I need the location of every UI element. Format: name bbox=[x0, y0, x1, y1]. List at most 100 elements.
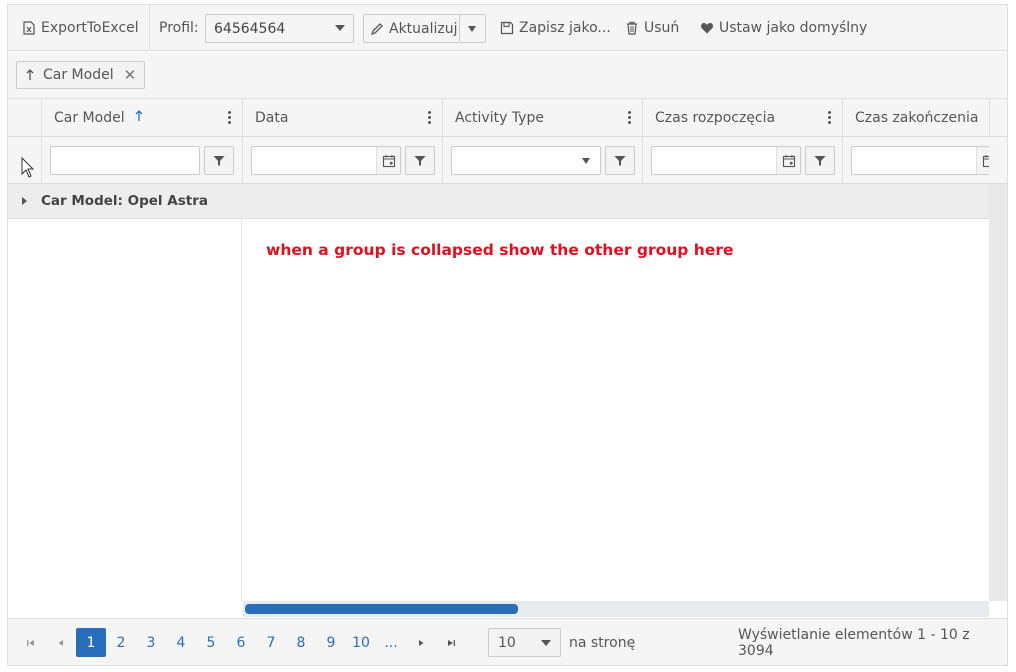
last-page-icon bbox=[448, 640, 455, 646]
calendar-button[interactable] bbox=[976, 147, 989, 174]
page-number-button[interactable]: 8 bbox=[286, 628, 316, 657]
save-as-button[interactable]: Zapisz jako... bbox=[500, 5, 611, 51]
per-page-label: na stronę bbox=[569, 634, 636, 651]
delete-button[interactable]: Usuń bbox=[625, 5, 679, 51]
chevron-down-icon bbox=[582, 158, 590, 164]
filter-cell-car-model bbox=[41, 137, 242, 184]
arrow-up-icon bbox=[26, 69, 34, 80]
page-number-button[interactable]: 6 bbox=[226, 628, 256, 657]
page-number-button[interactable]: 9 bbox=[316, 628, 346, 657]
calendar-icon bbox=[982, 154, 989, 167]
column-menu-icon[interactable] bbox=[228, 111, 231, 125]
filter-icon bbox=[614, 155, 626, 166]
page-size-select[interactable]: 10 bbox=[488, 628, 561, 657]
update-button[interactable]: Aktualizuj bbox=[364, 15, 460, 42]
profile-label-text: Profil: bbox=[159, 20, 199, 36]
save-as-label: Zapisz jako... bbox=[519, 20, 611, 36]
floppy-disk-icon bbox=[500, 21, 514, 35]
group-row-label: Car Model: Opel Astra bbox=[41, 193, 208, 209]
calendar-button[interactable] bbox=[376, 147, 400, 174]
close-icon[interactable]: ✕ bbox=[124, 67, 137, 83]
filter-cell-start-time bbox=[642, 137, 842, 184]
filter-date-input[interactable] bbox=[851, 146, 989, 175]
set-default-button[interactable]: Ustaw jako domyślny bbox=[700, 5, 867, 51]
column-header-car-model[interactable]: Car Model bbox=[41, 99, 242, 137]
column-header-activity-type[interactable]: Activity Type bbox=[442, 99, 642, 137]
excel-file-icon bbox=[23, 21, 35, 35]
page-size-value: 10 bbox=[498, 634, 516, 651]
chevron-down-icon bbox=[541, 640, 551, 646]
set-default-label: Ustaw jako domyślny bbox=[719, 20, 868, 36]
filter-button[interactable] bbox=[805, 146, 835, 175]
chevron-down-icon bbox=[468, 26, 476, 32]
filter-icon bbox=[213, 155, 225, 166]
column-header-label: Car Model bbox=[54, 110, 125, 126]
page-number-button[interactable]: 1 bbox=[76, 628, 106, 657]
filter-input-car-model[interactable] bbox=[50, 146, 200, 175]
filter-row bbox=[8, 137, 1007, 184]
previous-page-button[interactable] bbox=[49, 631, 73, 655]
calendar-icon bbox=[782, 154, 795, 167]
data-grid: ExportToExcel Profil: 64564564 Aktualizu… bbox=[7, 4, 1008, 666]
vertical-scrollbar[interactable] bbox=[989, 184, 1007, 601]
column-header-label: Activity Type bbox=[455, 110, 544, 126]
filter-button[interactable] bbox=[605, 146, 635, 175]
horizontal-scrollbar[interactable] bbox=[243, 601, 989, 617]
profile-label: Profil: bbox=[159, 5, 199, 51]
expand-arrow-icon[interactable] bbox=[22, 197, 27, 205]
calendar-button[interactable] bbox=[776, 147, 800, 174]
update-dropdown-button[interactable] bbox=[460, 15, 485, 42]
filter-icon bbox=[814, 155, 826, 166]
column-menu-icon[interactable] bbox=[628, 111, 631, 125]
first-page-button[interactable] bbox=[19, 631, 43, 655]
page-number-button[interactable]: 7 bbox=[256, 628, 286, 657]
heart-icon bbox=[701, 23, 713, 34]
filter-dropdown-input[interactable] bbox=[451, 146, 601, 175]
grid-content: when a group is collapsed show the other… bbox=[8, 219, 989, 601]
profile-select-value: 64564564 bbox=[214, 20, 286, 37]
grid-toolbar: ExportToExcel Profil: 64564564 Aktualizu… bbox=[8, 5, 1007, 51]
group-chip-label: Car Model bbox=[43, 67, 114, 83]
column-menu-icon[interactable] bbox=[428, 111, 431, 125]
previous-page-icon bbox=[58, 640, 63, 646]
page-number-button[interactable]: 10 bbox=[346, 628, 376, 657]
page-number-button[interactable]: 4 bbox=[166, 628, 196, 657]
filter-button[interactable] bbox=[405, 146, 435, 175]
next-page-button[interactable] bbox=[409, 631, 433, 655]
horizontal-scrollbar-thumb[interactable] bbox=[245, 604, 518, 614]
page-number-button[interactable]: 3 bbox=[136, 628, 166, 657]
mouse-pointer-icon bbox=[21, 157, 35, 178]
column-header-start-time[interactable]: Czas rozpoczęcia bbox=[642, 99, 842, 137]
chevron-down-icon bbox=[335, 25, 345, 31]
group-row-opel-astra[interactable]: Car Model: Opel Astra bbox=[8, 184, 989, 219]
column-header-data[interactable]: Data bbox=[242, 99, 442, 137]
filter-button[interactable] bbox=[204, 146, 234, 175]
first-page-icon bbox=[27, 640, 34, 646]
group-chip-car-model[interactable]: Car Model ✕ bbox=[16, 61, 146, 89]
filter-date-input[interactable] bbox=[251, 146, 401, 175]
locked-columns-pane bbox=[8, 219, 242, 601]
grouping-header: Car Model ✕ bbox=[8, 52, 1007, 99]
filter-cell-activity-type bbox=[442, 137, 642, 184]
page-number-button[interactable]: 2 bbox=[106, 628, 136, 657]
group-indent-header bbox=[8, 99, 41, 137]
column-header-label: Data bbox=[255, 110, 289, 126]
profile-select[interactable]: 64564564 bbox=[205, 14, 354, 43]
filter-cell-data bbox=[242, 137, 442, 184]
pager-info: Wyświetlanie elementów 1 - 10 z 3094 bbox=[738, 626, 970, 659]
last-page-button[interactable] bbox=[439, 631, 463, 655]
delete-label: Usuń bbox=[644, 20, 680, 36]
header-scroll-spacer bbox=[989, 99, 1007, 137]
pencil-icon bbox=[370, 22, 383, 35]
grid-header: Car Model Data Activity Type Czas rozpoc… bbox=[8, 99, 1007, 137]
filter-date-input[interactable] bbox=[651, 146, 801, 175]
page-number-button[interactable]: 5 bbox=[196, 628, 226, 657]
column-header-label: Czas rozpoczęcia bbox=[655, 110, 776, 126]
trash-icon bbox=[627, 21, 637, 35]
annotation-note: when a group is collapsed show the other… bbox=[266, 241, 734, 259]
page-ellipsis-button[interactable]: ... bbox=[376, 628, 406, 657]
filter-icon bbox=[414, 155, 426, 166]
column-menu-icon[interactable] bbox=[828, 111, 831, 125]
column-header-end-time[interactable]: Czas zakończenia bbox=[842, 99, 989, 137]
export-excel-button[interactable]: ExportToExcel bbox=[22, 5, 139, 51]
